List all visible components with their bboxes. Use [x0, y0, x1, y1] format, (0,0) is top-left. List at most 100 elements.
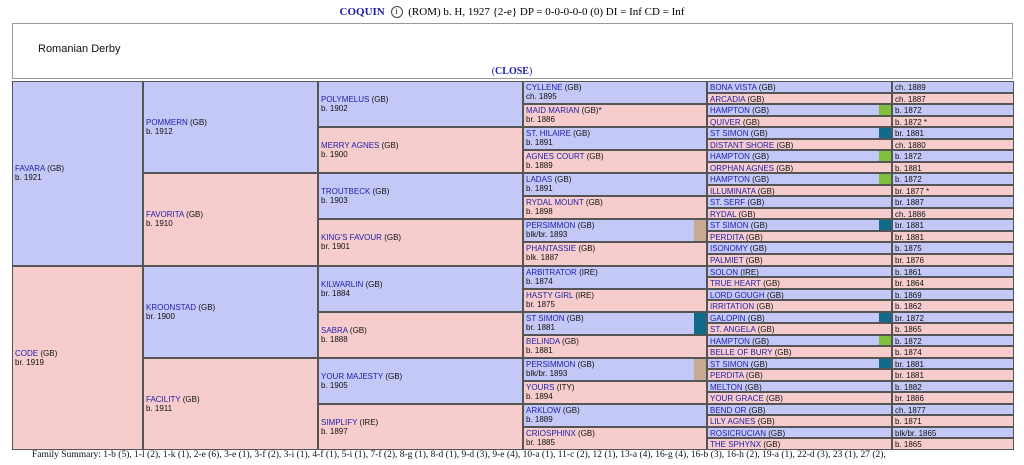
horse-link[interactable]: PERDITA [710, 233, 744, 242]
horse-link[interactable]: ARKLOW [526, 406, 561, 415]
horse-link[interactable]: PALMIET [710, 256, 744, 265]
horse-link[interactable]: PHANTASSIE [526, 244, 576, 253]
horse-origin: (GB) [738, 209, 756, 219]
horse-link[interactable]: FAVARA [15, 164, 45, 173]
horse-origin: (GB) [385, 371, 403, 381]
pedigree-cell-gen4-10: ST SIMON (GB) br. 1881 [523, 311, 707, 335]
horse-link[interactable]: ROSICRUCIAN [710, 429, 766, 438]
horse-link[interactable]: BEND OR [710, 406, 746, 415]
close-link[interactable]: CLOSE [495, 66, 529, 77]
horse-link[interactable]: HAMPTON [710, 175, 750, 184]
horse-link[interactable]: CYLLENE [526, 83, 562, 92]
horse-origin: (GB) [763, 440, 781, 450]
horse-link[interactable]: SABRA [321, 326, 348, 335]
horse-link[interactable]: TROUTBECK [321, 187, 370, 196]
horse-link[interactable]: PERSIMMON [526, 360, 575, 369]
highlight-marker [879, 312, 891, 323]
horse-link[interactable]: ST SIMON [710, 360, 749, 369]
horse-link[interactable]: ST. SERF [710, 198, 745, 207]
pedigree-cell-gen5-30: ROSICRUCIAN (GB) [707, 426, 892, 439]
horse-link[interactable]: CODE [15, 349, 38, 358]
horse-link[interactable]: PERSIMMON [526, 221, 575, 230]
pedigree-cell-gen3-2: TROUTBECK (GB) b. 1903 [318, 173, 523, 220]
horse-link[interactable]: SOLON [710, 268, 738, 277]
horse-link[interactable]: BONA VISTA [710, 83, 757, 92]
horse-link[interactable]: KROONSTAD [146, 303, 196, 312]
pedigree-birth-gen5-4: br. 1881 [892, 127, 1014, 139]
horse-link[interactable]: ARBITRATOR [526, 268, 577, 277]
horse-link[interactable]: KING'S FAVOUR [321, 233, 382, 242]
horse-link[interactable]: SIMPLIFY [321, 418, 357, 427]
pedigree-cell-gen5-11: RYDAL (GB) [707, 207, 892, 220]
horse-link[interactable]: ST. ANGELA [710, 325, 755, 334]
horse-link[interactable]: QUIVER [710, 118, 741, 127]
pedigree-cell-gen4-0: CYLLENE (GB) ch. 1895 [523, 81, 707, 105]
horse-link[interactable]: HAMPTON [710, 337, 750, 346]
horse-link[interactable]: ST SIMON [710, 221, 749, 230]
horse-link[interactable]: LORD GOUGH [710, 291, 765, 300]
horse-link[interactable]: HAMPTON [710, 106, 750, 115]
horse-link[interactable]: HAMPTON [710, 152, 750, 161]
pedigree-cell-gen5-26: MELTON (GB) [707, 380, 892, 393]
horse-link[interactable]: CRIOSPHINX [526, 429, 576, 438]
horse-link[interactable]: RYDAL MOUNT [526, 198, 584, 207]
horse-origin: (GB) [585, 198, 603, 208]
highlight-marker [879, 105, 891, 115]
pedigree-cell-gen3-7: SIMPLIFY (IRE) b. 1897 [318, 403, 523, 450]
horse-link[interactable]: ST SIMON [526, 314, 565, 323]
horse-link[interactable]: ST. HILAIRE [526, 129, 571, 138]
pedigree-cell-gen4-3: AGNES COURT (GB) b. 1889 [523, 150, 707, 174]
horse-link[interactable]: LADAS [526, 175, 552, 184]
horse-origin: (GB) [564, 83, 582, 92]
horse-link[interactable]: GALOPIN [710, 314, 746, 323]
horse-link[interactable]: FACILITY [146, 395, 181, 404]
horse-link[interactable]: TRUE HEART [710, 279, 761, 288]
horse-birth: blk. 1887 [526, 253, 559, 263]
pedigree-birth-gen5-7: b. 1881 [892, 161, 1014, 174]
horse-link[interactable]: RYDAL [710, 210, 736, 219]
horse-link[interactable]: KILWARLIN [321, 280, 363, 289]
horse-link[interactable]: DISTANT SHORE [710, 141, 774, 150]
pedigree-cell-gen2-0: POMMERN (GB) b. 1912 [143, 81, 318, 174]
horse-link[interactable]: ILLUMINATA [710, 187, 756, 196]
horse-link[interactable]: ORPHAN AGNES [710, 164, 774, 173]
horse-link[interactable]: ISONOMY [710, 244, 748, 253]
pedigree-birth-gen5-20: br. 1872 [892, 311, 1014, 324]
pedigree-cell-gen3-1: MERRY AGNES (GB) b. 1900 [318, 127, 523, 174]
horse-link[interactable]: FAVORITA [146, 210, 184, 219]
pedigree-cell-gen5-6: HAMPTON (GB) [707, 150, 892, 162]
horse-origin: (GB) [747, 313, 765, 323]
horse-birth: b. 1897 [321, 426, 348, 436]
horse-link[interactable]: BELINDA [526, 337, 560, 346]
horse-origin: (IRE) [359, 417, 379, 427]
horse-link[interactable]: HASTY GIRL [526, 291, 573, 300]
pedigree-cell-gen4-15: CRIOSPHINX (GB) br. 1885 [523, 426, 707, 450]
horse-link[interactable]: AGNES COURT [526, 152, 584, 161]
pedigree-cell-gen4-6: PERSIMMON (GB) blk/br. 1893 [523, 219, 707, 243]
horse-origin: (GB) [745, 371, 763, 381]
horse-link[interactable]: ST SIMON [710, 129, 749, 138]
horse-link[interactable]: MAID MARIAN [526, 106, 579, 115]
horse-link[interactable]: YOURS [526, 383, 554, 392]
horse-link[interactable]: YOUR MAJESTY [321, 372, 383, 381]
pedigree-birth-gen5-29: b. 1871 [892, 415, 1014, 427]
horse-birth: blk/br. 1893 [526, 368, 568, 378]
horse-birth: br. 1884 [321, 288, 350, 298]
horse-link[interactable]: MERRY AGNES [321, 141, 379, 150]
horse-link[interactable]: POMMERN [146, 118, 188, 127]
horse-link[interactable]: THE SPHYNX [710, 440, 761, 449]
horse-name-link[interactable]: COQUIN [340, 6, 385, 18]
horse-link[interactable]: MELTON [710, 383, 743, 392]
horse-link[interactable]: YOUR GRACE [710, 394, 764, 403]
horse-link[interactable]: IRRITATION [710, 302, 754, 311]
horse-link[interactable]: LILY AGNES [710, 417, 756, 426]
horse-link[interactable]: PERDITA [710, 371, 744, 380]
horse-link[interactable]: BELLE OF BURY [710, 348, 772, 357]
pedigree-cell-gen5-31: THE SPHYNX (GB) [707, 438, 892, 450]
horse-link[interactable]: ARCADIA [710, 95, 745, 104]
horse-link[interactable]: POLYMELUS [321, 95, 369, 104]
pedigree-cell-gen4-7: PHANTASSIE (GB) blk. 1887 [523, 242, 707, 266]
pedigree-cell-gen2-2: KROONSTAD (GB) br. 1900 [143, 265, 318, 358]
horse-origin: (GB) [586, 152, 604, 162]
info-icon[interactable]: i [390, 6, 403, 19]
